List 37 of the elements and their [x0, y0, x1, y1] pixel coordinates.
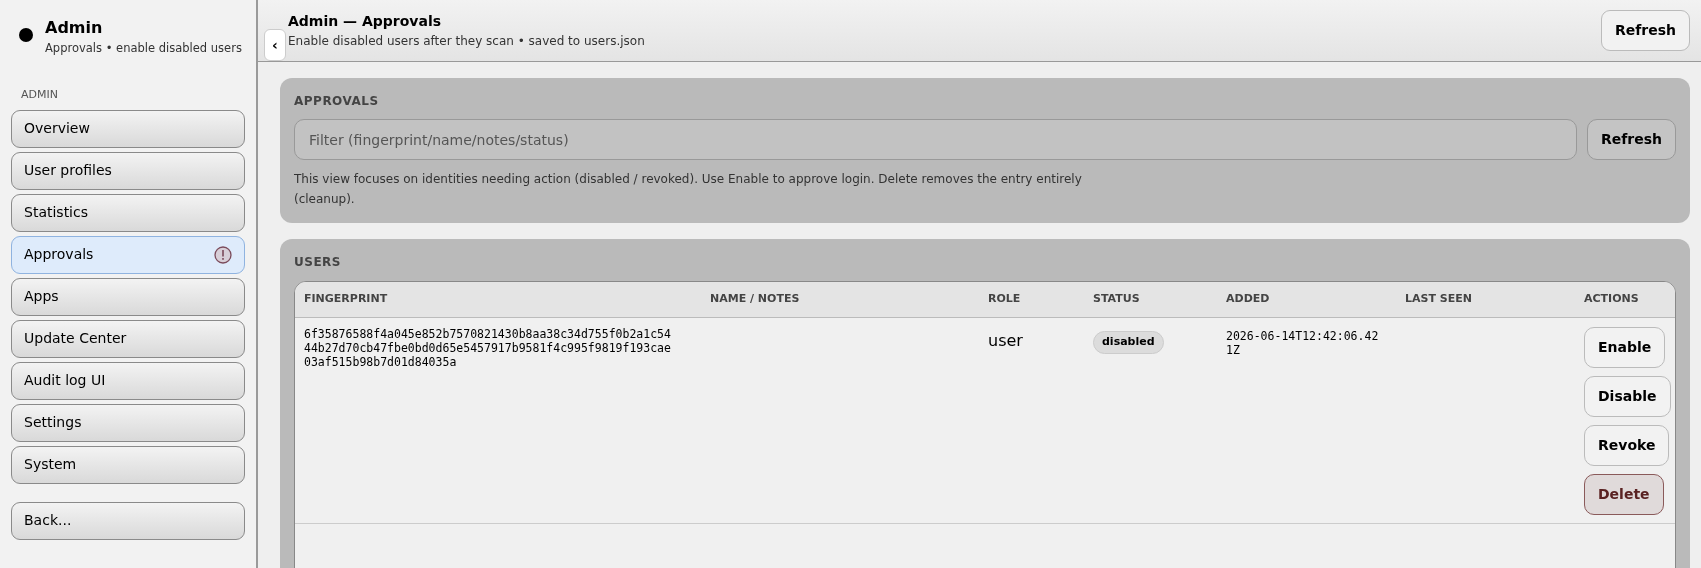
action-button[interactable]: Delete: [1584, 474, 1664, 515]
nav-item[interactable]: Apps: [11, 277, 245, 316]
card-title: APPROVALS: [294, 93, 380, 110]
card-title: USERS: [294, 254, 342, 271]
column-header: NAME / NOTES: [710, 291, 801, 308]
column-header: LAST SEEN: [1405, 291, 1473, 308]
action-button[interactable]: Revoke: [1584, 425, 1670, 466]
collapse-button[interactable]: ‹: [264, 29, 286, 61]
nav-item[interactable]: Overview: [11, 109, 245, 148]
page-subtitle: Enable disabled users after they scan • saved to users.json: [288, 33, 645, 50]
column-header: ACTIONS: [1584, 291, 1640, 308]
nav-item[interactable]: Statistics: [11, 193, 245, 232]
nav-item[interactable]: System: [11, 445, 245, 484]
column-header: FINGERPRINT: [304, 291, 389, 308]
column-header: STATUS: [1093, 291, 1141, 308]
app-subtitle: Approvals • enable disabled users: [45, 40, 242, 57]
help-text: This view focuses on identities needing action (disabled / revoked). Use Enable to approve login. Delete removes the entry entirely (cleanup).: [294, 171, 1083, 208]
section-label: ADMIN: [21, 87, 59, 104]
nav-item[interactable]: Approvals: [11, 235, 245, 274]
table-cell-text: user: [988, 330, 1024, 352]
action-button[interactable]: Disable: [1584, 376, 1671, 417]
nav-item[interactable]: Settings: [11, 403, 245, 442]
nav-item[interactable]: Update Center: [11, 319, 245, 358]
refresh-button[interactable]: Refresh: [1600, 10, 1690, 51]
filter-field[interactable]: Filter (fingerprint/name/notes/status): [294, 119, 1577, 160]
app-title: Admin: [45, 17, 104, 39]
table-cell-text: 2026-06-14T12:42:06.421Z: [1226, 328, 1379, 359]
nav-item[interactable]: Audit log UI: [11, 361, 245, 400]
page-title: Admin — Approvals: [288, 12, 443, 31]
nav-item[interactable]: User profiles: [11, 151, 245, 190]
action-button[interactable]: Enable: [1584, 327, 1666, 368]
status-badge: disabled: [1093, 331, 1164, 354]
table-cell-text: 6f35876588f4a045e852b7570821430b8aa38c34d755f0b2a1c5444b27d70cb47fbe0bd0d65e5457917b9581f4c995f9819f193cae03af515b98b7d01d84035a: [304, 327, 671, 371]
back-button[interactable]: Back...: [11, 501, 245, 540]
refresh-button[interactable]: Refresh: [1586, 119, 1676, 160]
column-header: ADDED: [1226, 291, 1271, 308]
column-header: ROLE: [988, 291, 1022, 308]
